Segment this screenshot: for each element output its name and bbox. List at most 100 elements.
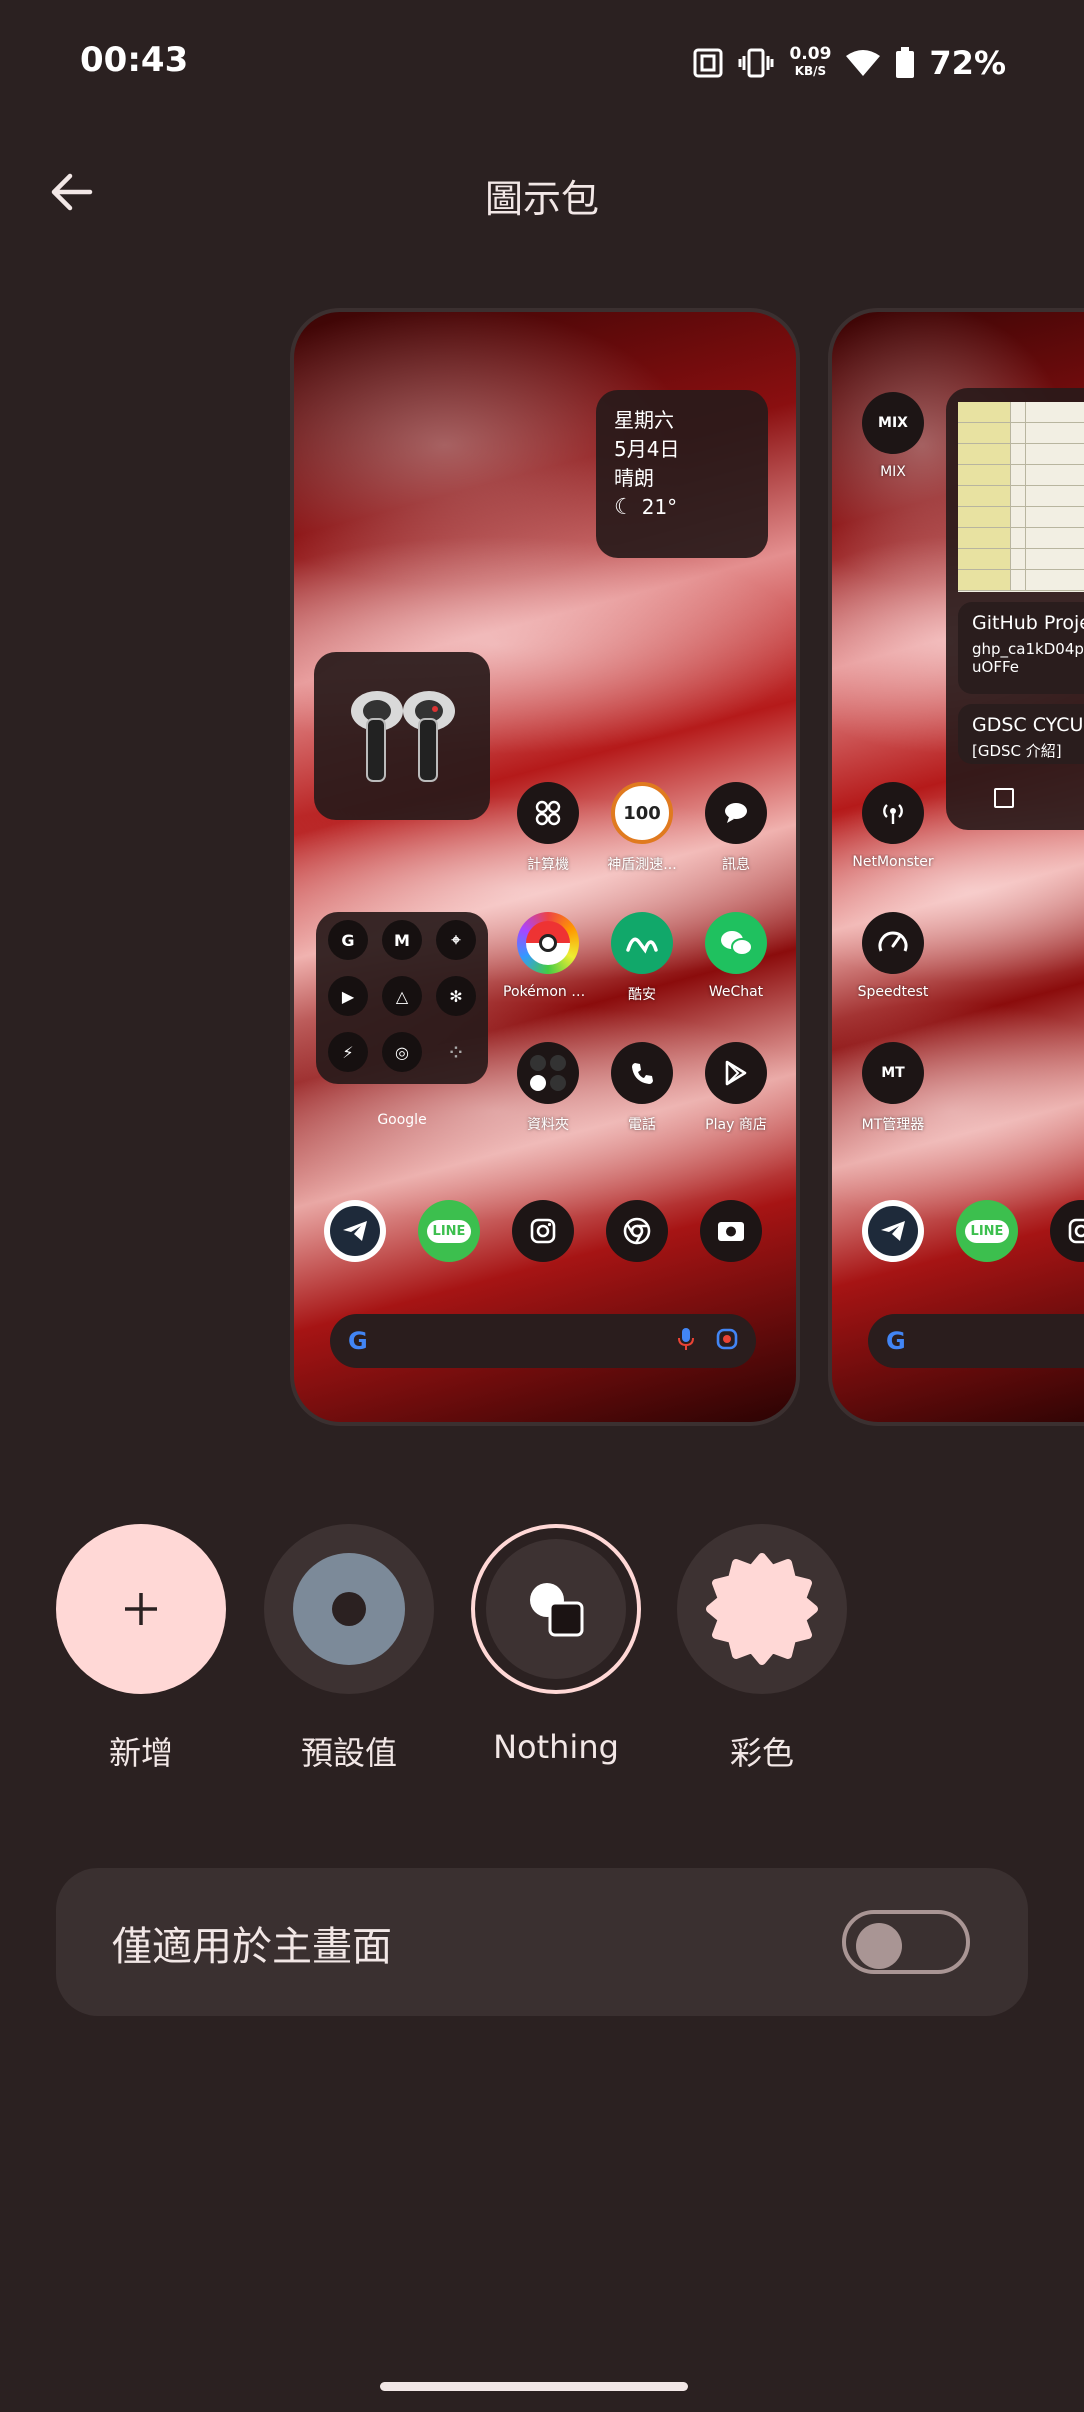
calculator-icon [517,782,579,844]
drive-icon: △ [382,976,422,1016]
battery-icon [895,47,915,79]
switch-knob [856,1923,902,1969]
wifi-icon [845,48,881,78]
app-play-store[interactable]: Play 商店 [691,1042,781,1134]
app-label: Pokémon GO [503,984,593,1000]
dock-line[interactable]: LINE [942,1200,1032,1262]
mix-icon: MIX [862,392,924,454]
default-icon-pack-option[interactable] [264,1524,434,1694]
note-card-github: GitHub Proje ghp_ca1kD04p uOFFe [958,602,1084,694]
earbuds-widget [314,652,490,820]
earbuds-icon [351,691,455,782]
add-icon-pack-button[interactable] [56,1524,226,1694]
scalloped-shape-icon [706,1553,818,1665]
folder-icon [517,1042,579,1104]
app-coolapk[interactable]: 酷安 [597,912,687,1004]
dock-camera[interactable] [686,1200,776,1262]
app-mix[interactable]: MIX MIX [848,392,938,480]
lens-icon[interactable] [716,1328,738,1354]
speed-camera-icon: 100 [611,782,673,844]
option-label: Nothing [493,1728,619,1766]
schedule-table [958,402,1084,592]
app-label: 訊息 [722,857,750,873]
app-label: WeChat [708,984,764,1000]
dock-instagram[interactable] [1036,1200,1084,1262]
note-body-2: uOFFe [972,658,1019,676]
telegram-icon [862,1200,924,1262]
app-calculator[interactable]: 計算機 [503,782,593,874]
status-time: 00:43 [80,40,189,80]
app-wechat[interactable]: WeChat [691,912,781,1000]
status-icons: 0.09 KB/S 72% [693,38,1006,88]
line-text: LINE [964,1219,1010,1243]
app-mt-manager[interactable]: MT MT管理器 [848,1042,938,1134]
gmail-icon: M [382,920,422,960]
dock-line[interactable]: LINE [404,1200,494,1262]
second-preview-card[interactable]: MIX MIX NetMonster Speedtest MT MT管理器 Gi… [828,308,1084,1426]
nothing-shapes-icon [530,1583,584,1637]
app-label: MT管理器 [861,1117,925,1133]
line-icon: LINE [418,1200,480,1262]
news-icon: ⚡ [328,1032,368,1072]
weather-condition: 晴朗 [614,466,654,490]
app-messages[interactable]: 訊息 [691,782,781,874]
moon-icon: ☾ [614,495,634,520]
net-speed-value: 0.09 [789,44,832,64]
home-only-label: 僅適用於主畫面 [112,1924,392,1970]
google-folder[interactable]: G M ⌖ ▶ △ ✻ ⚡ ◎ ⁘ [316,912,488,1084]
battery-percent: 72% [929,44,1006,82]
more-apps-icon: ⁘ [449,1042,463,1062]
app-phone[interactable]: 電話 [597,1042,687,1134]
search-bar[interactable]: G [330,1314,756,1368]
search-bar[interactable]: G [868,1314,1084,1368]
home-only-setting[interactable]: 僅適用於主畫面 [56,1868,1028,2016]
dock-telegram[interactable] [310,1200,400,1262]
app-pokemon-go[interactable]: Pokémon GO [503,912,593,1000]
mic-icon[interactable] [678,1327,694,1355]
pokeball-icon [517,912,579,974]
plus-icon [125,1593,157,1625]
net-speed-unit: KB/S [794,64,827,78]
schedule-widget: GitHub Proje ghp_ca1kD04p uOFFe GDSC CYC… [946,388,1084,830]
chrome-icon [606,1200,668,1262]
gesture-nav-handle[interactable] [380,2382,688,2391]
home-preview-card[interactable]: 星期六 5月4日 晴朗 ☾ 21° 計算機 100 神盾測速... 訊息 G M… [290,308,800,1426]
page-title: 圖示包 [484,177,599,221]
maps-icon: ⌖ [436,920,476,960]
dock-instagram[interactable] [498,1200,588,1262]
checkbox-icon [994,788,1014,808]
home-only-switch[interactable] [842,1910,970,1974]
podcasts-icon: ◎ [382,1032,422,1072]
nothing-icon-pack-option[interactable] [471,1524,641,1694]
weather-date: 5月4日 [614,437,680,461]
note-title: GitHub Proje [972,612,1084,634]
weather-widget: 星期六 5月4日 晴朗 ☾ 21° [596,390,768,558]
play-store-icon [705,1042,767,1104]
net-speed: 0.09 KB/S [789,46,831,80]
wechat-icon [705,912,767,974]
youtube-icon: ▶ [328,976,368,1016]
option-label: 預設值 [300,1734,397,1772]
note-body: ghp_ca1kD04p [972,640,1084,658]
camera-icon [700,1200,762,1262]
dock-chrome[interactable] [592,1200,682,1262]
option-label: 彩色 [729,1734,794,1772]
weather-day: 星期六 [614,408,674,432]
app-netmonster[interactable]: NetMonster [848,782,938,870]
vibrate-icon [737,48,775,78]
weather-temperature: 21° [641,495,678,519]
app-speedtest[interactable]: Speedtest [848,912,938,1000]
gauge-icon [862,912,924,974]
app-label: 資料夾 [527,1117,569,1133]
instagram-icon [1050,1200,1084,1262]
app-folder[interactable]: 資料夾 [503,1042,593,1134]
antenna-icon [862,782,924,844]
instagram-icon [512,1200,574,1262]
photos-icon: ✻ [436,976,476,1016]
google-icon: G [328,920,368,960]
note-title: GDSC CYCU [972,714,1084,736]
app-speed-camera[interactable]: 100 神盾測速... [597,782,687,874]
colorful-icon-pack-option[interactable] [677,1524,847,1694]
dock-telegram[interactable] [848,1200,938,1262]
app-label: MIX [880,464,906,480]
